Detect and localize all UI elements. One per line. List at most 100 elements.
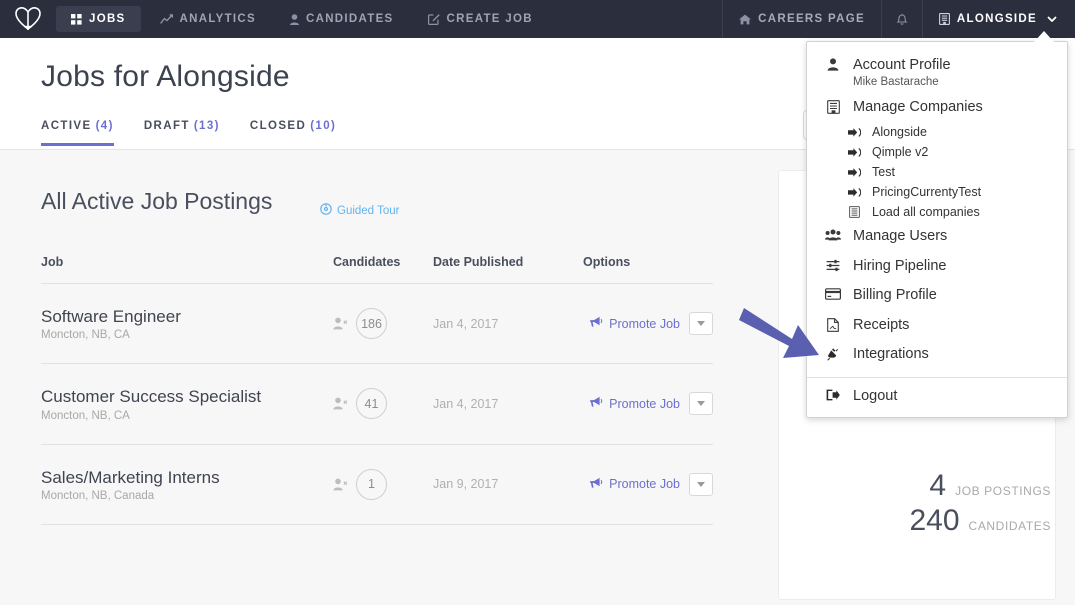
table-header-row: Job Candidates Date Published Options xyxy=(41,255,713,284)
candidates-cell: 186 xyxy=(333,283,433,365)
menu-item-receipts[interactable]: Receipts xyxy=(807,311,1067,341)
credit-card-icon xyxy=(825,286,841,301)
table-row[interactable]: Customer Success Specialist Moncton, NB,… xyxy=(41,363,713,445)
row-options-dropdown-button[interactable] xyxy=(689,312,713,336)
sliders-icon xyxy=(825,257,841,272)
job-postings-table: Job Candidates Date Published Options So… xyxy=(41,255,713,525)
compass-icon xyxy=(320,203,332,218)
nav-item-analytics[interactable]: ANALYTICS xyxy=(145,6,271,32)
company-item-alongside-label: Alongside xyxy=(872,125,927,140)
company-item-load-all-companies-label: Load all companies xyxy=(872,205,980,220)
column-header-date: Date Published xyxy=(433,255,583,284)
chevron-down-icon xyxy=(1047,14,1057,25)
signin-icon xyxy=(847,187,861,198)
row-options-dropdown-button[interactable] xyxy=(689,472,713,496)
nav-item-careers-page[interactable]: CAREERS PAGE xyxy=(722,0,881,38)
company-item-alongside[interactable]: Alongside xyxy=(807,122,1067,142)
menu-item-logout[interactable]: Logout xyxy=(807,382,1067,417)
section-title: All Active Job Postings xyxy=(41,188,273,214)
person-icon xyxy=(825,56,841,71)
company-item-test[interactable]: Test xyxy=(807,162,1067,182)
menu-item-account-profile-label: Account Profile xyxy=(853,57,951,73)
company-item-qimple-v2[interactable]: Qimple v2 xyxy=(807,142,1067,162)
job-title[interactable]: Software Engineer xyxy=(41,306,333,327)
promote-job-label: Promote Job xyxy=(609,396,680,411)
candidates-cell: 1 xyxy=(333,444,433,525)
jobs-main-column: All Active Job Postings Guided Tour Job … xyxy=(0,150,760,605)
menu-item-account-profile[interactable]: Account Profile Mike Bastarache xyxy=(807,51,1067,93)
company-item-load-all-companies[interactable]: Load all companies xyxy=(807,202,1067,222)
menu-item-integrations-label: Integrations xyxy=(853,346,929,363)
nav-item-jobs[interactable]: JOBS xyxy=(56,6,141,32)
menu-divider xyxy=(807,376,1067,378)
account-user-name: Mike Bastarache xyxy=(853,75,939,88)
nav-item-careers-page-label: CAREERS PAGE xyxy=(758,13,865,25)
row-options-dropdown-button[interactable] xyxy=(689,392,713,416)
candidate-count-icon xyxy=(333,478,349,491)
tab-active-count: (4) xyxy=(95,120,114,132)
guided-tour-link[interactable]: Guided Tour xyxy=(320,203,399,218)
pencil-square-icon xyxy=(427,13,440,25)
job-title[interactable]: Sales/Marketing Interns xyxy=(41,467,333,488)
alongside-logo[interactable] xyxy=(0,0,56,38)
date-published-cell: Jan 9, 2017 xyxy=(433,444,583,525)
menu-item-manage-companies[interactable]: Manage Companies xyxy=(807,93,1067,123)
app-root: JOBS ANALYTICS CANDIDATES CREATE JOB CAR… xyxy=(0,0,1075,605)
promote-job-button[interactable]: Promote Job xyxy=(590,477,680,492)
guided-tour-label: Guided Tour xyxy=(337,204,400,217)
tab-active[interactable]: ACTIVE (4) xyxy=(41,120,114,146)
menu-item-hiring-pipeline[interactable]: Hiring Pipeline xyxy=(807,252,1067,282)
candidate-count-icon xyxy=(333,397,349,410)
stat-candidates-number: 240 xyxy=(909,504,960,538)
signin-icon xyxy=(847,167,861,178)
tab-closed[interactable]: CLOSED (10) xyxy=(250,120,336,146)
menu-item-manage-companies-label: Manage Companies xyxy=(853,98,983,115)
building-icon xyxy=(847,206,861,219)
menu-item-billing-profile[interactable]: Billing Profile xyxy=(807,281,1067,311)
nav-item-create-job-label: CREATE JOB xyxy=(446,13,533,25)
nav-item-notifications[interactable] xyxy=(880,0,922,38)
nav-item-candidates[interactable]: CANDIDATES xyxy=(275,6,409,32)
tab-closed-label: CLOSED xyxy=(249,120,307,132)
signout-icon xyxy=(825,387,841,401)
table-row[interactable]: Sales/Marketing Interns Moncton, NB, Can… xyxy=(41,444,713,525)
date-published-cell: Jan 4, 2017 xyxy=(433,363,583,445)
job-title[interactable]: Customer Success Specialist xyxy=(41,386,333,407)
column-header-candidates: Candidates xyxy=(333,255,433,284)
building-icon xyxy=(938,13,950,25)
promote-job-button[interactable]: Promote Job xyxy=(590,396,680,411)
signin-icon xyxy=(847,127,861,138)
plug-icon xyxy=(825,345,841,361)
tab-draft-count: (13) xyxy=(193,120,220,132)
company-item-qimple-v2-label: Qimple v2 xyxy=(872,145,929,160)
job-location: Moncton, NB, Canada xyxy=(41,489,155,502)
menu-item-billing-profile-label: Billing Profile xyxy=(853,287,937,304)
users-icon xyxy=(825,227,841,241)
menu-item-hiring-pipeline-label: Hiring Pipeline xyxy=(853,257,947,274)
megaphone-icon xyxy=(590,316,604,331)
company-item-pricingcurrentytest[interactable]: PricingCurrentyTest xyxy=(807,182,1067,202)
summary-stats: 4 JOB POSTINGS 240 CANDIDATES xyxy=(909,468,1051,539)
candidate-count-icon xyxy=(333,317,349,330)
bell-icon xyxy=(896,13,908,26)
tab-draft[interactable]: DRAFT (13) xyxy=(144,120,220,146)
menu-item-manage-users[interactable]: Manage Users xyxy=(807,222,1067,252)
chart-line-icon xyxy=(159,13,173,25)
job-cell: Customer Success Specialist Moncton, NB,… xyxy=(41,363,333,445)
job-location: Moncton, NB, CA xyxy=(41,329,130,342)
table-header: Job Candidates Date Published Options xyxy=(41,255,713,284)
building-icon xyxy=(825,98,841,114)
nav-item-jobs-label: JOBS xyxy=(89,13,126,25)
signin-icon xyxy=(847,147,861,158)
options-cell: Promote Job xyxy=(583,283,713,365)
nav-item-create-job[interactable]: CREATE JOB xyxy=(413,6,548,32)
company-item-test-label: Test xyxy=(872,165,895,180)
candidate-count-badge: 41 xyxy=(356,388,387,420)
megaphone-icon xyxy=(590,477,604,492)
stat-candidates-label: CANDIDATES xyxy=(968,519,1051,534)
menu-item-integrations[interactable]: Integrations xyxy=(807,340,1067,370)
table-row[interactable]: Software Engineer Moncton, NB, CA 186 Ja… xyxy=(41,283,713,365)
promote-job-button[interactable]: Promote Job xyxy=(590,316,680,331)
company-item-pricingcurrentytest-label: PricingCurrentyTest xyxy=(872,185,982,200)
date-published-cell: Jan 4, 2017 xyxy=(433,283,583,365)
